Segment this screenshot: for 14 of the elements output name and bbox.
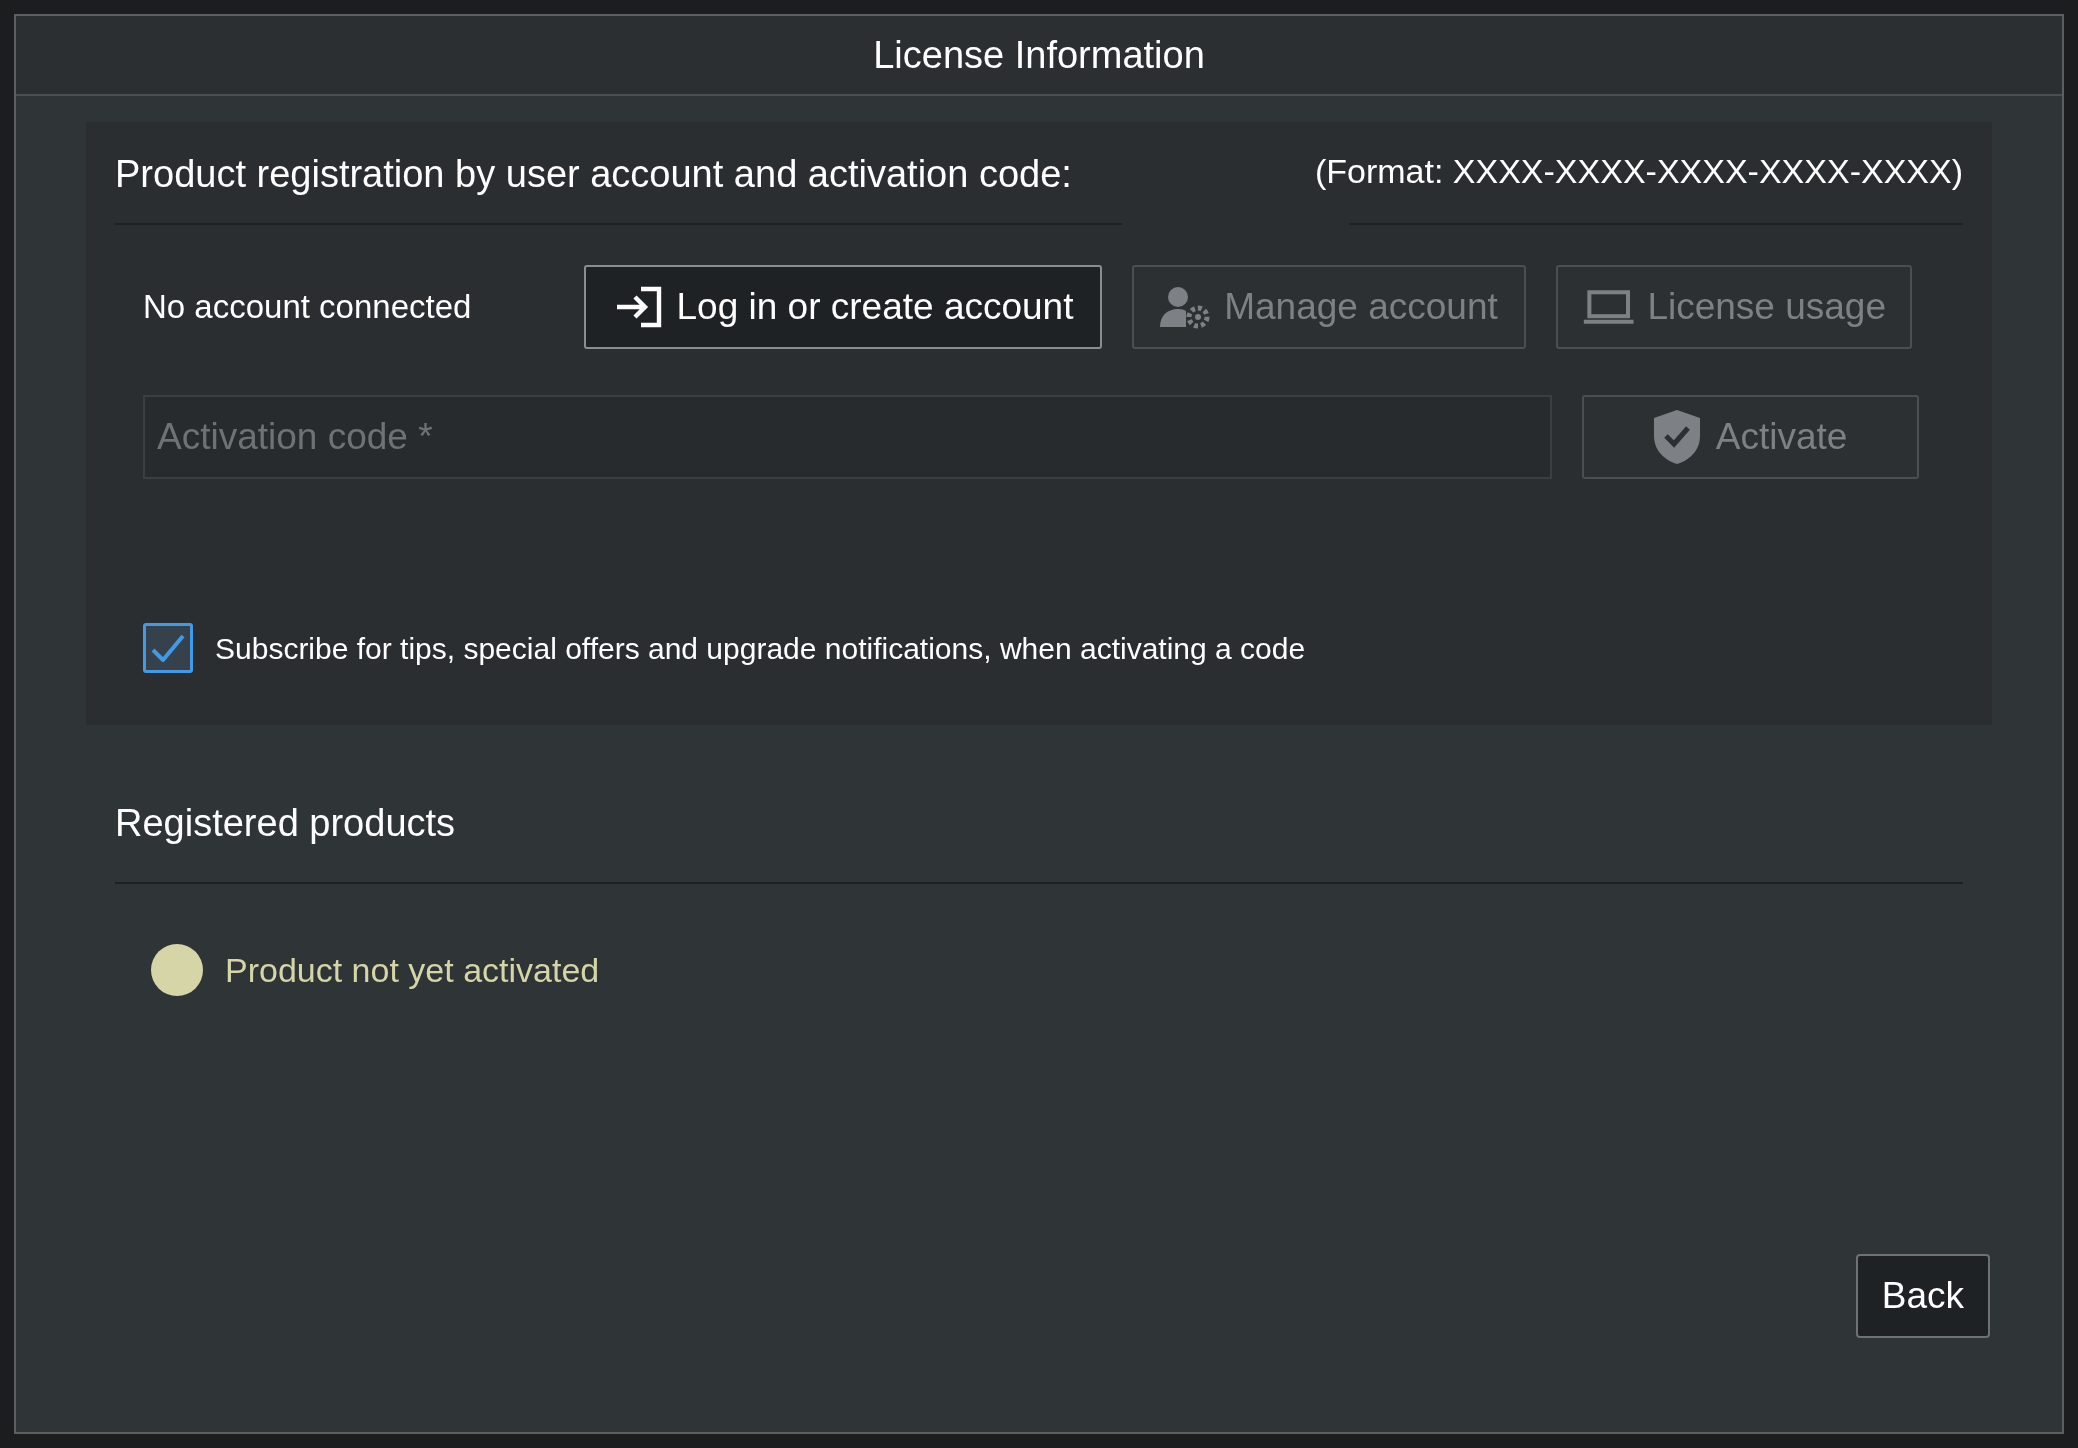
- subscribe-checkbox[interactable]: [143, 623, 193, 673]
- shield-check-icon: [1653, 410, 1700, 464]
- section-heading: Registered products: [115, 802, 456, 844]
- login-button[interactable]: Log in or create account: [584, 265, 1102, 349]
- account-status: No account connected: [143, 287, 473, 328]
- product-status: Product not yet activated: [225, 949, 600, 991]
- laptop-icon: [1582, 287, 1636, 327]
- back-button[interactable]: Back: [1855, 1254, 1990, 1338]
- subscribe-label: Subscribe for tips, special offers and upgrade notifications, when activating a code: [215, 630, 1306, 667]
- format-hint: (Format: XXXX-XXXX-XXXX-XXXX-XXXX): [1314, 151, 1963, 192]
- checkmark-icon: [151, 634, 185, 662]
- window-title: License Information: [873, 32, 1205, 78]
- activation-code-field[interactable]: Activation code *: [143, 395, 1553, 479]
- section-heading: Product registration by user account and activation code:: [115, 153, 1072, 195]
